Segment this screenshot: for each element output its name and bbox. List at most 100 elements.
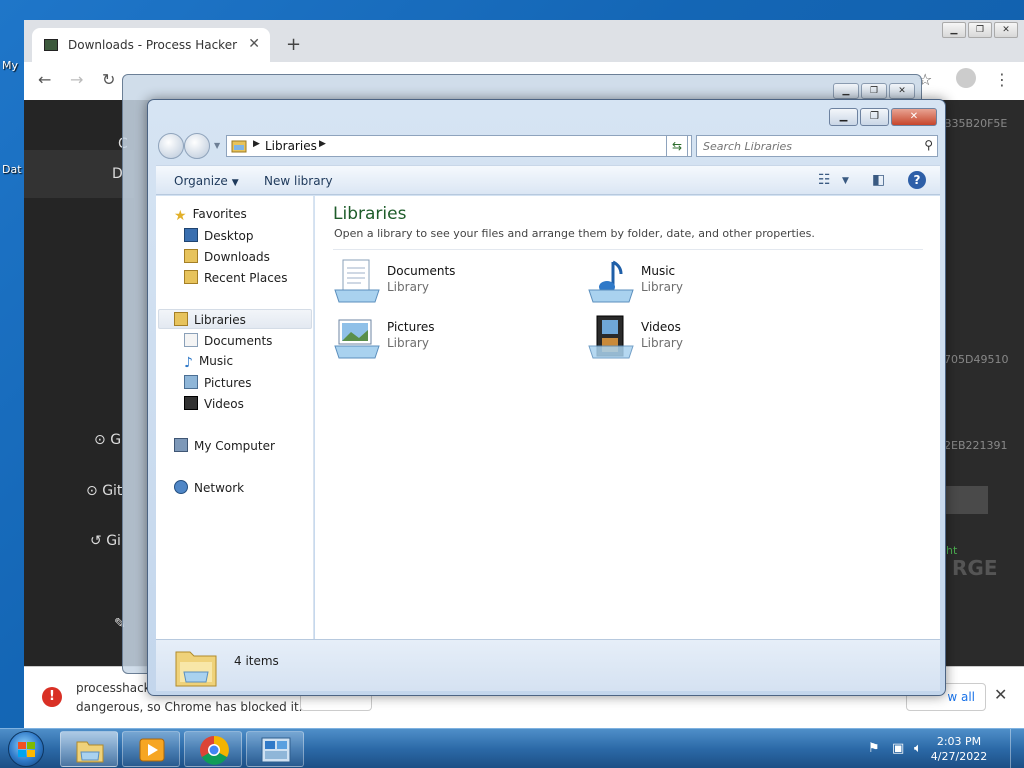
content-pane: Libraries Open a library to see your fil… xyxy=(315,196,940,639)
sidebar-selected-item[interactable]: D xyxy=(24,150,134,198)
new-tab-button[interactable]: + xyxy=(286,34,301,55)
library-type: Library xyxy=(387,280,429,294)
close-window-button[interactable]: ✕ xyxy=(994,22,1018,38)
navigation-pane: ★ Favorites Desktop Downloads Recent Plac… xyxy=(156,196,314,639)
page-subtitle: Open a library to see your files and arr… xyxy=(334,227,815,240)
breadcrumb-arrow-icon[interactable]: ▶ xyxy=(319,139,326,149)
close-tab-icon[interactable]: ✕ xyxy=(248,36,260,52)
new-library-button[interactable]: New library xyxy=(264,174,333,188)
explorer-window-controls: ▁ ❐ ✕ xyxy=(829,108,937,126)
organize-menu[interactable]: Organize ▼ xyxy=(174,174,239,188)
nav-favorites[interactable]: ★ Favorites xyxy=(174,207,247,224)
tab-title: Downloads - Process Hacker xyxy=(68,38,238,52)
page-title: Libraries xyxy=(333,204,407,224)
hash-text: 705D49510 xyxy=(944,353,1009,366)
nav-network[interactable]: Network xyxy=(174,480,244,495)
preview-pane-icon[interactable]: ◧ xyxy=(872,172,885,188)
github-link[interactable]: ⊙ G xyxy=(94,432,121,448)
system-clock[interactable]: 2:03 PM 4/27/2022 xyxy=(930,734,988,764)
library-name: Videos xyxy=(641,320,681,334)
breadcrumb-libraries[interactable]: Libraries xyxy=(265,139,317,153)
back-arrow-icon[interactable]: ← xyxy=(38,70,51,89)
windows-logo-icon xyxy=(18,742,35,757)
library-name: Pictures xyxy=(387,320,435,334)
nav-pictures[interactable]: Pictures xyxy=(184,375,252,390)
media-player-icon xyxy=(139,738,165,762)
search-icon[interactable]: ⚲ xyxy=(924,138,933,152)
close-window-button[interactable]: ✕ xyxy=(891,108,937,126)
star-icon: ★ xyxy=(174,208,187,224)
back-button[interactable] xyxy=(158,133,184,159)
github-link[interactable]: ⊙ Git xyxy=(86,483,122,499)
nav-documents[interactable]: Documents xyxy=(184,333,272,348)
library-name: Music xyxy=(641,264,676,278)
minimize-button[interactable]: ▁ xyxy=(829,108,858,126)
library-type: Library xyxy=(387,336,429,350)
history-link[interactable]: ↺ Gi xyxy=(90,533,121,549)
desktop-icon xyxy=(184,228,198,242)
view-dropdown-icon[interactable]: ▼ xyxy=(842,176,849,186)
maximize-button[interactable]: ❐ xyxy=(861,83,887,99)
hash-text: B35B20F5E xyxy=(944,117,1008,130)
forward-arrow-icon[interactable]: → xyxy=(70,70,83,89)
nav-my-computer[interactable]: My Computer xyxy=(174,438,275,453)
close-window-button[interactable]: ✕ xyxy=(889,83,915,99)
minimize-button[interactable]: ▁ xyxy=(833,83,859,99)
library-item-documents[interactable]: Documents Library xyxy=(333,258,573,310)
recent-pages-dropdown[interactable]: ▼ xyxy=(214,141,220,150)
maximize-button[interactable]: ❐ xyxy=(968,22,992,38)
volume-icon[interactable]: 🔈︎ xyxy=(914,741,922,756)
nav-libraries[interactable]: Libraries xyxy=(174,312,246,327)
music-icon: ♪ xyxy=(184,355,193,371)
minimize-button[interactable]: ▁ xyxy=(942,22,966,38)
hash-text: 2EB221391 xyxy=(944,439,1008,452)
desktop-icon-label[interactable]: Dat xyxy=(2,163,22,176)
kebab-menu-icon[interactable]: ⋮ xyxy=(994,70,1010,89)
chrome-tab[interactable]: Downloads - Process Hacker ✕ xyxy=(32,28,270,62)
start-button[interactable] xyxy=(8,731,44,767)
close-download-bar-icon[interactable]: ✕ xyxy=(994,685,1007,704)
pictures-library-icon xyxy=(334,319,380,359)
maximize-button[interactable]: ❐ xyxy=(860,108,889,126)
taskbar-media-player-button[interactable] xyxy=(122,731,180,767)
library-item-music[interactable]: Music Library xyxy=(587,258,827,310)
desktop-icon-label[interactable]: My xyxy=(2,59,18,72)
search-input[interactable] xyxy=(703,138,913,154)
explorer-window: ▁ ❐ ✕ ▼ ▶ Libraries ▶ ▼ ⇆ ⚲ Organize▼ Ne… xyxy=(147,99,946,696)
taskbar-chrome-button[interactable] xyxy=(184,731,242,767)
brand-text: RGE xyxy=(952,556,998,580)
nav-music[interactable]: ♪ Music xyxy=(184,354,233,371)
page-sidebar: C D xyxy=(24,100,134,666)
reload-icon[interactable]: ↻ xyxy=(102,70,115,89)
network-tray-icon[interactable]: ▣ xyxy=(892,741,904,756)
profile-avatar-icon[interactable] xyxy=(956,68,976,88)
library-item-pictures[interactable]: Pictures Library xyxy=(333,314,573,366)
taskbar-explorer-button[interactable] xyxy=(60,731,118,767)
music-library-icon xyxy=(588,260,634,303)
show-desktop-button[interactable] xyxy=(1010,729,1024,768)
page-input-box[interactable] xyxy=(944,486,988,514)
explorer-nav-bar: ▼ ▶ Libraries ▶ ▼ ⇆ ⚲ xyxy=(156,131,938,161)
change-view-icon[interactable]: ☷ xyxy=(818,172,831,188)
forward-button[interactable] xyxy=(184,133,210,159)
action-center-flag-icon[interactable]: ⚑ xyxy=(868,741,880,756)
nav-recent-places[interactable]: Recent Places xyxy=(184,270,287,285)
search-box[interactable]: ⚲ xyxy=(696,135,938,157)
network-icon xyxy=(174,480,188,494)
breadcrumb-arrow-icon[interactable]: ▶ xyxy=(253,139,260,149)
pictures-icon xyxy=(184,375,198,389)
nav-downloads[interactable]: Downloads xyxy=(184,249,270,264)
nav-videos[interactable]: Videos xyxy=(184,396,244,411)
nav-desktop[interactable]: Desktop xyxy=(184,228,254,243)
refresh-button[interactable]: ⇆ xyxy=(666,135,688,157)
chrome-tab-bar: Downloads - Process Hacker ✕ + ▁ ❐ ✕ xyxy=(24,20,1024,62)
documents-icon xyxy=(184,333,198,347)
library-item-videos[interactable]: Videos Library xyxy=(587,314,827,366)
address-bar[interactable]: ▶ Libraries ▶ ▼ xyxy=(226,135,692,157)
error-icon: ! xyxy=(42,687,62,707)
libraries-icon xyxy=(231,140,247,153)
chrome-icon xyxy=(200,735,229,765)
help-icon[interactable]: ? xyxy=(908,171,926,189)
libraries-icon xyxy=(174,312,188,326)
taskbar-process-hacker-button[interactable] xyxy=(246,731,304,767)
